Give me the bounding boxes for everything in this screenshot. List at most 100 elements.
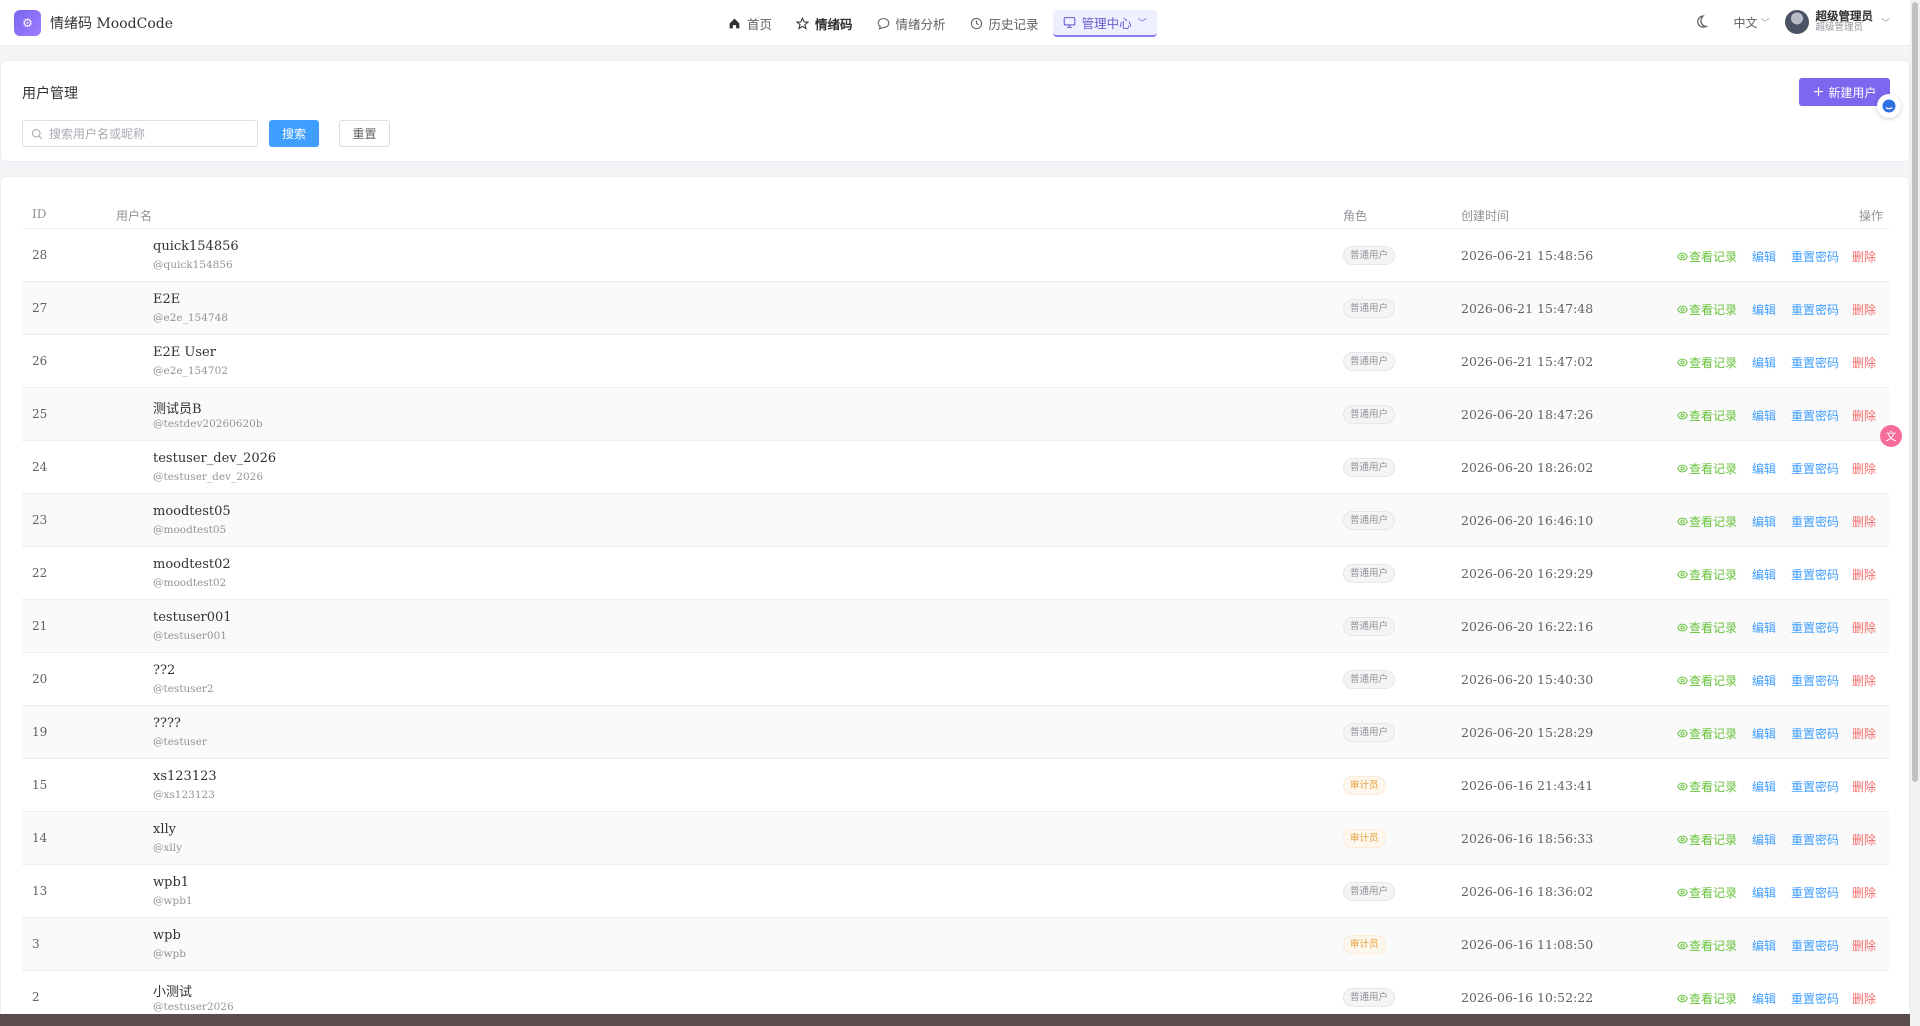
- reset-password-link[interactable]: 重置密码: [1791, 937, 1852, 954]
- view-records-link[interactable]: 查看记录: [1677, 513, 1752, 530]
- nav-admin[interactable]: 管理中心 ﹀: [1052, 10, 1157, 37]
- reset-password-link[interactable]: 重置密码: [1791, 301, 1852, 318]
- reset-password-link[interactable]: 重置密码: [1791, 672, 1852, 689]
- edit-link[interactable]: 编辑: [1752, 831, 1791, 848]
- delete-link[interactable]: 删除: [1852, 619, 1876, 636]
- reset-password-link[interactable]: 重置密码: [1791, 831, 1852, 848]
- delete-link[interactable]: 删除: [1852, 884, 1876, 901]
- reset-password-link[interactable]: 重置密码: [1791, 990, 1852, 1007]
- reset-password-link[interactable]: 重置密码: [1791, 725, 1852, 742]
- table-row: 24 testuser_dev_2026 @testuser_dev_2026 …: [22, 441, 1889, 494]
- nav-history[interactable]: 历史记录: [960, 10, 1049, 37]
- edit-link[interactable]: 编辑: [1752, 884, 1791, 901]
- cell-id: 13: [32, 884, 48, 898]
- view-records-link[interactable]: 查看记录: [1677, 884, 1752, 901]
- edit-link[interactable]: 编辑: [1752, 354, 1791, 371]
- role-badge: 普通用户: [1343, 617, 1396, 636]
- view-records-link[interactable]: 查看记录: [1677, 725, 1752, 742]
- reset-password-link[interactable]: 重置密码: [1791, 566, 1852, 583]
- reset-password-link[interactable]: 重置密码: [1791, 884, 1852, 901]
- edit-link[interactable]: 编辑: [1752, 990, 1791, 1007]
- reset-password-link[interactable]: 重置密码: [1791, 460, 1852, 477]
- star-icon: [796, 17, 810, 30]
- edit-link[interactable]: 编辑: [1752, 513, 1791, 530]
- delete-link[interactable]: 删除: [1852, 672, 1876, 689]
- nav-analysis[interactable]: 情绪分析: [867, 10, 956, 37]
- reset-password-link[interactable]: 重置密码: [1791, 248, 1852, 265]
- reset-password-link[interactable]: 重置密码: [1791, 619, 1852, 636]
- moon-icon[interactable]: [1693, 14, 1709, 30]
- search-field[interactable]: [22, 120, 258, 147]
- scrollbar-thumb[interactable]: [1912, 2, 1918, 782]
- delete-link[interactable]: 删除: [1852, 513, 1876, 530]
- delete-link[interactable]: 删除: [1852, 460, 1876, 477]
- delete-link[interactable]: 删除: [1852, 778, 1876, 795]
- view-records-link[interactable]: 查看记录: [1677, 460, 1752, 477]
- view-records-link[interactable]: 查看记录: [1677, 778, 1752, 795]
- reset-password-link[interactable]: 重置密码: [1791, 407, 1852, 424]
- nav-home[interactable]: 首页: [718, 10, 782, 37]
- row-actions: 查看记录 编辑 重置密码 删除: [1677, 990, 1876, 1007]
- table-body: 28 quick154856 @quick154856 普通用户 2026-06…: [22, 229, 1889, 1024]
- view-records-link[interactable]: 查看记录: [1677, 354, 1752, 371]
- edit-link[interactable]: 编辑: [1752, 672, 1791, 689]
- edit-link[interactable]: 编辑: [1752, 778, 1791, 795]
- role-badge: 普通用户: [1343, 723, 1396, 742]
- reset-password-link[interactable]: 重置密码: [1791, 354, 1852, 371]
- cell-id: 27: [32, 301, 48, 315]
- edit-link[interactable]: 编辑: [1752, 566, 1791, 583]
- delete-link[interactable]: 删除: [1852, 725, 1876, 742]
- cell-id: 15: [32, 778, 48, 792]
- view-records-link[interactable]: 查看记录: [1677, 248, 1752, 265]
- brand[interactable]: ⚙ 情绪码 MoodCode: [14, 10, 173, 36]
- row-actions: 查看记录 编辑 重置密码 删除: [1677, 301, 1876, 318]
- eye-icon: [1677, 941, 1688, 950]
- view-records-link[interactable]: 查看记录: [1677, 566, 1752, 583]
- reset-password-link[interactable]: 重置密码: [1791, 513, 1852, 530]
- edit-link[interactable]: 编辑: [1752, 619, 1791, 636]
- view-records-link[interactable]: 查看记录: [1677, 619, 1752, 636]
- chat-assistant-button[interactable]: [1877, 94, 1901, 118]
- view-records-link[interactable]: 查看记录: [1677, 990, 1752, 1007]
- cell-username: moodtest02: [153, 557, 231, 572]
- create-user-button[interactable]: + 新建用户: [1799, 78, 1890, 106]
- cell-handle: @e2e_154702: [153, 365, 228, 377]
- view-records-link[interactable]: 查看记录: [1677, 937, 1752, 954]
- chevron-down-icon[interactable]: ﹀: [1881, 16, 1890, 29]
- delete-link[interactable]: 删除: [1852, 248, 1876, 265]
- delete-link[interactable]: 删除: [1852, 831, 1876, 848]
- reset-password-link[interactable]: 重置密码: [1791, 778, 1852, 795]
- delete-link[interactable]: 删除: [1852, 566, 1876, 583]
- edit-link[interactable]: 编辑: [1752, 248, 1791, 265]
- role-badge: 普通用户: [1343, 352, 1396, 371]
- edit-link[interactable]: 编辑: [1752, 725, 1791, 742]
- view-records-link[interactable]: 查看记录: [1677, 301, 1752, 318]
- language-select[interactable]: 中文 ﹀: [1733, 14, 1769, 31]
- search-button[interactable]: 搜索: [269, 120, 319, 147]
- reset-button[interactable]: 重置: [339, 120, 390, 147]
- view-records-link[interactable]: 查看记录: [1677, 831, 1752, 848]
- nav-moodcode[interactable]: 情绪码: [786, 10, 863, 37]
- delete-link[interactable]: 删除: [1852, 937, 1876, 954]
- nav-analysis-label: 情绪分析: [895, 17, 946, 32]
- edit-link[interactable]: 编辑: [1752, 301, 1791, 318]
- delete-link[interactable]: 删除: [1852, 301, 1876, 318]
- cell-handle: @moodtest02: [153, 577, 227, 589]
- delete-link[interactable]: 删除: [1852, 990, 1876, 1007]
- view-records-link[interactable]: 查看记录: [1677, 672, 1752, 689]
- edit-link[interactable]: 编辑: [1752, 407, 1791, 424]
- user-menu[interactable]: 超级管理员 超级管理员: [1815, 10, 1873, 34]
- page-scrollbar[interactable]: [1910, 0, 1920, 1026]
- cell-handle: @testuser: [153, 736, 207, 748]
- search-input[interactable]: [49, 126, 239, 141]
- edit-link[interactable]: 编辑: [1752, 937, 1791, 954]
- avatar[interactable]: [1785, 10, 1810, 34]
- view-records-label: 查看记录: [1689, 303, 1738, 317]
- delete-link[interactable]: 删除: [1852, 407, 1876, 424]
- translate-icon[interactable]: 文: [1880, 425, 1902, 447]
- edit-link[interactable]: 编辑: [1752, 460, 1791, 477]
- eye-icon: [1677, 676, 1688, 685]
- role-badge: 普通用户: [1343, 988, 1396, 1007]
- view-records-link[interactable]: 查看记录: [1677, 407, 1752, 424]
- delete-link[interactable]: 删除: [1852, 354, 1876, 371]
